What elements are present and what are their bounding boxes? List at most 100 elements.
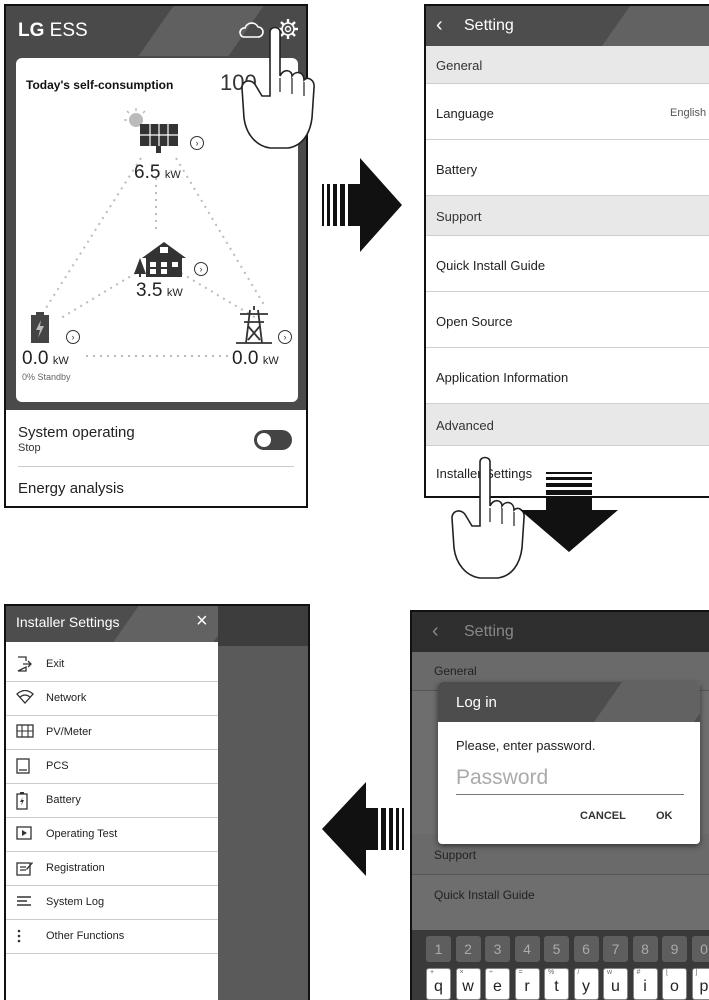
drawer-item-label: Registration: [46, 862, 105, 874]
drawer-item-exit[interactable]: Exit: [6, 648, 218, 682]
arrow-down-icon: [520, 472, 618, 552]
drawer-item-label: PCS: [46, 760, 69, 772]
key-label: w: [462, 978, 474, 995]
drawer-item-operating-test[interactable]: Operating Test: [6, 818, 218, 852]
section-support: Support: [426, 196, 709, 236]
key-hint: /: [577, 969, 580, 976]
drawer: Installer Settings × Exit Network PV/Meter…: [6, 606, 218, 1000]
key-label: p: [699, 978, 709, 995]
key-8[interactable]: 8: [632, 936, 658, 962]
solar-panel-icon: [124, 108, 178, 153]
language-row[interactable]: Language English: [426, 84, 709, 140]
key-3[interactable]: 3: [485, 936, 510, 962]
key-r[interactable]: = r: [514, 968, 540, 1000]
load-power: 3.5 kW: [136, 280, 183, 301]
solar-panel-icon: [16, 724, 36, 742]
grid-detail-button[interactable]: ›: [278, 330, 292, 344]
key-2[interactable]: 2: [455, 936, 481, 962]
app-info-row[interactable]: Application Information: [426, 348, 709, 404]
key-hint: +: [430, 969, 435, 976]
drawer-title: Installer Settings: [16, 614, 120, 630]
quick-install-row[interactable]: Quick Install Guide: [426, 236, 709, 292]
settings-screen: ‹ Setting General Language English Batte…: [424, 4, 709, 498]
key-label: r: [524, 978, 530, 995]
key-label: q: [434, 978, 443, 995]
key-1[interactable]: 1: [426, 936, 451, 962]
dim-quick-install: Quick Install Guide: [434, 888, 535, 902]
drawer-item-label: Battery: [46, 794, 81, 806]
battery-status: 0% Standby: [22, 372, 71, 382]
key-label: e: [493, 978, 502, 995]
ok-button[interactable]: OK: [656, 810, 673, 822]
key-hint: ×: [459, 969, 464, 976]
drawer-item-label: Operating Test: [46, 828, 118, 840]
house-icon: [134, 242, 186, 277]
key-5[interactable]: 5: [544, 936, 569, 962]
system-operating-toggle[interactable]: [254, 430, 292, 450]
drawer-item-network[interactable]: Network: [6, 682, 218, 716]
energy-analysis-item[interactable]: Energy analysis: [18, 480, 124, 497]
drawer-item-pcs[interactable]: PCS: [6, 750, 218, 784]
key-label: t: [554, 978, 559, 995]
back-icon: ‹: [432, 620, 439, 642]
key-p[interactable]: ] p: [691, 968, 709, 1000]
password-input[interactable]: Password: [456, 766, 548, 790]
section-advanced: Advanced: [426, 404, 709, 446]
key-hint: ]: [695, 969, 698, 976]
drawer-item-label: Other Functions: [46, 930, 125, 942]
drawer-item-registration[interactable]: Registration: [6, 852, 218, 886]
home-bottom-area: System operating Stop Energy analysis: [6, 410, 306, 506]
battery-icon: [31, 312, 49, 343]
key-0[interactable]: 0: [691, 936, 709, 962]
close-icon[interactable]: ×: [196, 610, 208, 633]
pv-power: 6.5 kW: [134, 162, 181, 183]
key-hint: w: [607, 969, 613, 976]
play-icon: [16, 826, 36, 844]
cancel-button[interactable]: CANCEL: [580, 810, 626, 822]
key-u[interactable]: wu: [603, 968, 628, 1000]
key-y[interactable]: / y: [573, 968, 599, 1000]
drawer-item-other-functions[interactable]: Other Functions: [6, 920, 218, 954]
drawer-header: Installer Settings ×: [6, 606, 218, 642]
key-t[interactable]: % t: [544, 968, 569, 1000]
app-logo: LG ESS: [18, 20, 88, 41]
installer-settings-screen: Installer Settings × Exit Network PV/Meter…: [4, 604, 310, 1000]
password-underline: [456, 794, 684, 795]
drawer-item-label: System Log: [46, 896, 105, 908]
key-hint: =: [518, 969, 523, 976]
dialog-message: Please, enter password.: [456, 738, 596, 753]
load-detail-button[interactable]: ›: [194, 262, 208, 276]
settings-title: Setting: [464, 17, 514, 34]
exit-icon: [16, 656, 36, 674]
key-label: y: [582, 978, 590, 995]
key-7[interactable]: 7: [603, 936, 628, 962]
battery-row[interactable]: Battery: [426, 140, 709, 196]
back-icon[interactable]: ‹: [436, 14, 443, 37]
dialog-header: Log in: [438, 682, 700, 722]
language-value: English: [670, 107, 707, 119]
key-9[interactable]: 9: [662, 936, 687, 962]
grid-power: 0.0 kW: [232, 348, 279, 369]
key-o[interactable]: [o: [662, 968, 687, 1000]
battery-detail-button[interactable]: ›: [66, 330, 80, 344]
key-hint: #: [636, 969, 641, 976]
pointing-hand-icon: [241, 26, 315, 149]
key-e[interactable]: ÷ e: [485, 968, 510, 1000]
key-6[interactable]: 6: [573, 936, 599, 962]
key-w[interactable]: × w: [455, 968, 481, 1000]
login-screen: ‹ Setting General Support Quick Install …: [410, 610, 709, 1000]
key-label: i: [643, 978, 647, 995]
key-4[interactable]: 4: [514, 936, 540, 962]
open-source-row[interactable]: Open Source: [426, 292, 709, 348]
drawer-item-pv-meter[interactable]: PV/Meter: [6, 716, 218, 750]
system-operating-label: System operating: [18, 424, 135, 441]
wifi-icon: [16, 689, 36, 708]
battery-icon: [16, 792, 36, 810]
arrow-right-icon: [322, 158, 402, 252]
key-q[interactable]: + q: [426, 968, 451, 1000]
drawer-item-battery[interactable]: Battery: [6, 784, 218, 818]
key-i[interactable]: # i: [632, 968, 658, 1000]
battery-power: 0.0 kW: [22, 348, 69, 369]
drawer-item-system-log[interactable]: System Log: [6, 886, 218, 920]
pv-detail-button[interactable]: ›: [190, 136, 204, 150]
